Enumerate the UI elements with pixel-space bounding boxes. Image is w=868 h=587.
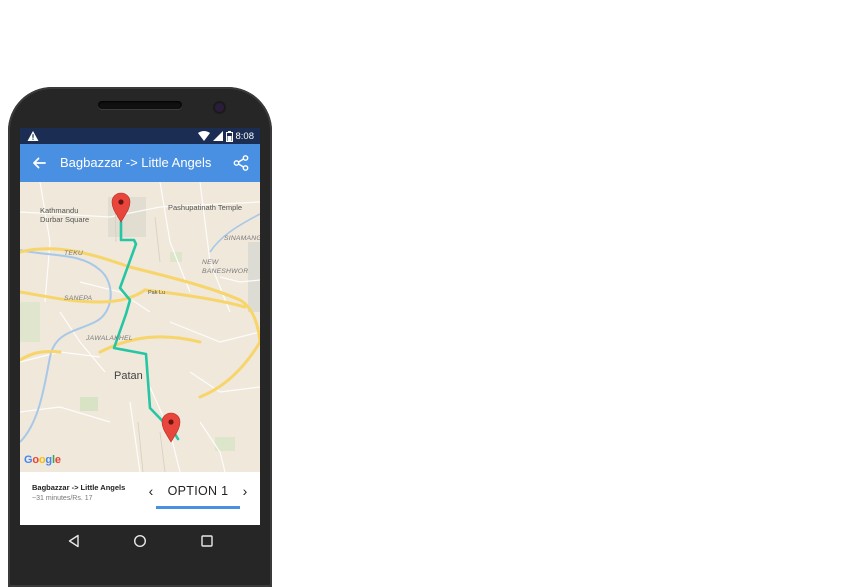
map-label-new-baneshwor: NEW BANESHWOR bbox=[202, 259, 249, 275]
nav-back-icon[interactable] bbox=[67, 534, 81, 548]
route-map[interactable]: Kathmandu Durbar Square Pashupatinath Te… bbox=[20, 182, 260, 472]
speaker-grille bbox=[98, 101, 182, 109]
map-label-pashupatinath: Pashupatinath Temple bbox=[168, 203, 243, 212]
route-meta: ~31 minutes/Rs. 17 bbox=[32, 495, 93, 502]
arrow-left-icon[interactable] bbox=[30, 154, 48, 172]
map-label-patan: Patan bbox=[114, 370, 143, 382]
map-label-sinamangal: SINAMANGA bbox=[224, 235, 260, 242]
map-label-jawalakhel: JAWALAKHEL bbox=[86, 335, 133, 342]
status-icons: 8:08 bbox=[197, 130, 255, 142]
signal-icon bbox=[212, 131, 223, 141]
map-label-kathmandu-text: Kathmandu Durbar Square bbox=[40, 206, 90, 224]
chevron-left-icon[interactable]: ‹ bbox=[144, 482, 158, 500]
status-time: 8:08 bbox=[235, 130, 255, 142]
option-label: OPTION 1 bbox=[167, 484, 229, 498]
google-attribution: Google bbox=[24, 454, 61, 466]
android-nav-bar bbox=[8, 525, 272, 565]
phone-screen: 8:08 Bagbazzar -> Little Angels Kathmand… bbox=[20, 128, 260, 525]
map-label-sanepa: SANEPA bbox=[64, 295, 93, 302]
warning-icon bbox=[27, 131, 39, 141]
map-label-paklu: Pak Lu bbox=[148, 290, 166, 296]
app-bar: Bagbazzar -> Little Angels bbox=[20, 144, 260, 182]
route-summary-panel: Bagbazzar -> Little Angels ~31 minutes/R… bbox=[20, 472, 260, 525]
battery-icon bbox=[225, 130, 233, 142]
wifi-icon bbox=[197, 131, 210, 141]
map-label-teku: TEKU bbox=[64, 250, 83, 257]
option-underline bbox=[156, 506, 240, 509]
route-title: Bagbazzar -> Little Angels bbox=[32, 483, 126, 492]
share-icon[interactable] bbox=[232, 154, 250, 172]
map-label-kathmandu: Kathmandu Durbar Square bbox=[40, 206, 89, 224]
nav-home-icon[interactable] bbox=[133, 534, 147, 548]
chevron-right-icon[interactable]: › bbox=[238, 482, 252, 500]
status-bar: 8:08 bbox=[20, 128, 260, 144]
page-title: Bagbazzar -> Little Angels bbox=[60, 155, 212, 170]
phone-frame: 8:08 Bagbazzar -> Little Angels Kathmand… bbox=[8, 87, 272, 587]
front-camera bbox=[215, 103, 224, 112]
nav-recent-icon[interactable] bbox=[201, 535, 213, 547]
map-canvas bbox=[20, 182, 260, 472]
